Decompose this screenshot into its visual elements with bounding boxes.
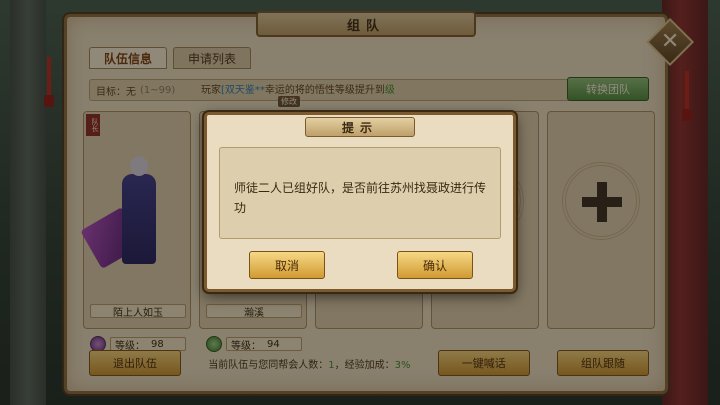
confirm-button[interactable]: 确认 (397, 251, 473, 279)
cancel-button[interactable]: 取消 (249, 251, 325, 279)
prompt-dialog: 提示 师徒二人已组好队，是否前往苏州找聂政进行传功 取消 确认 (204, 112, 516, 292)
dialog-message: 师徒二人已组好队，是否前往苏州找聂政进行传功 (219, 147, 501, 239)
dialog-title: 提示 (305, 117, 415, 137)
